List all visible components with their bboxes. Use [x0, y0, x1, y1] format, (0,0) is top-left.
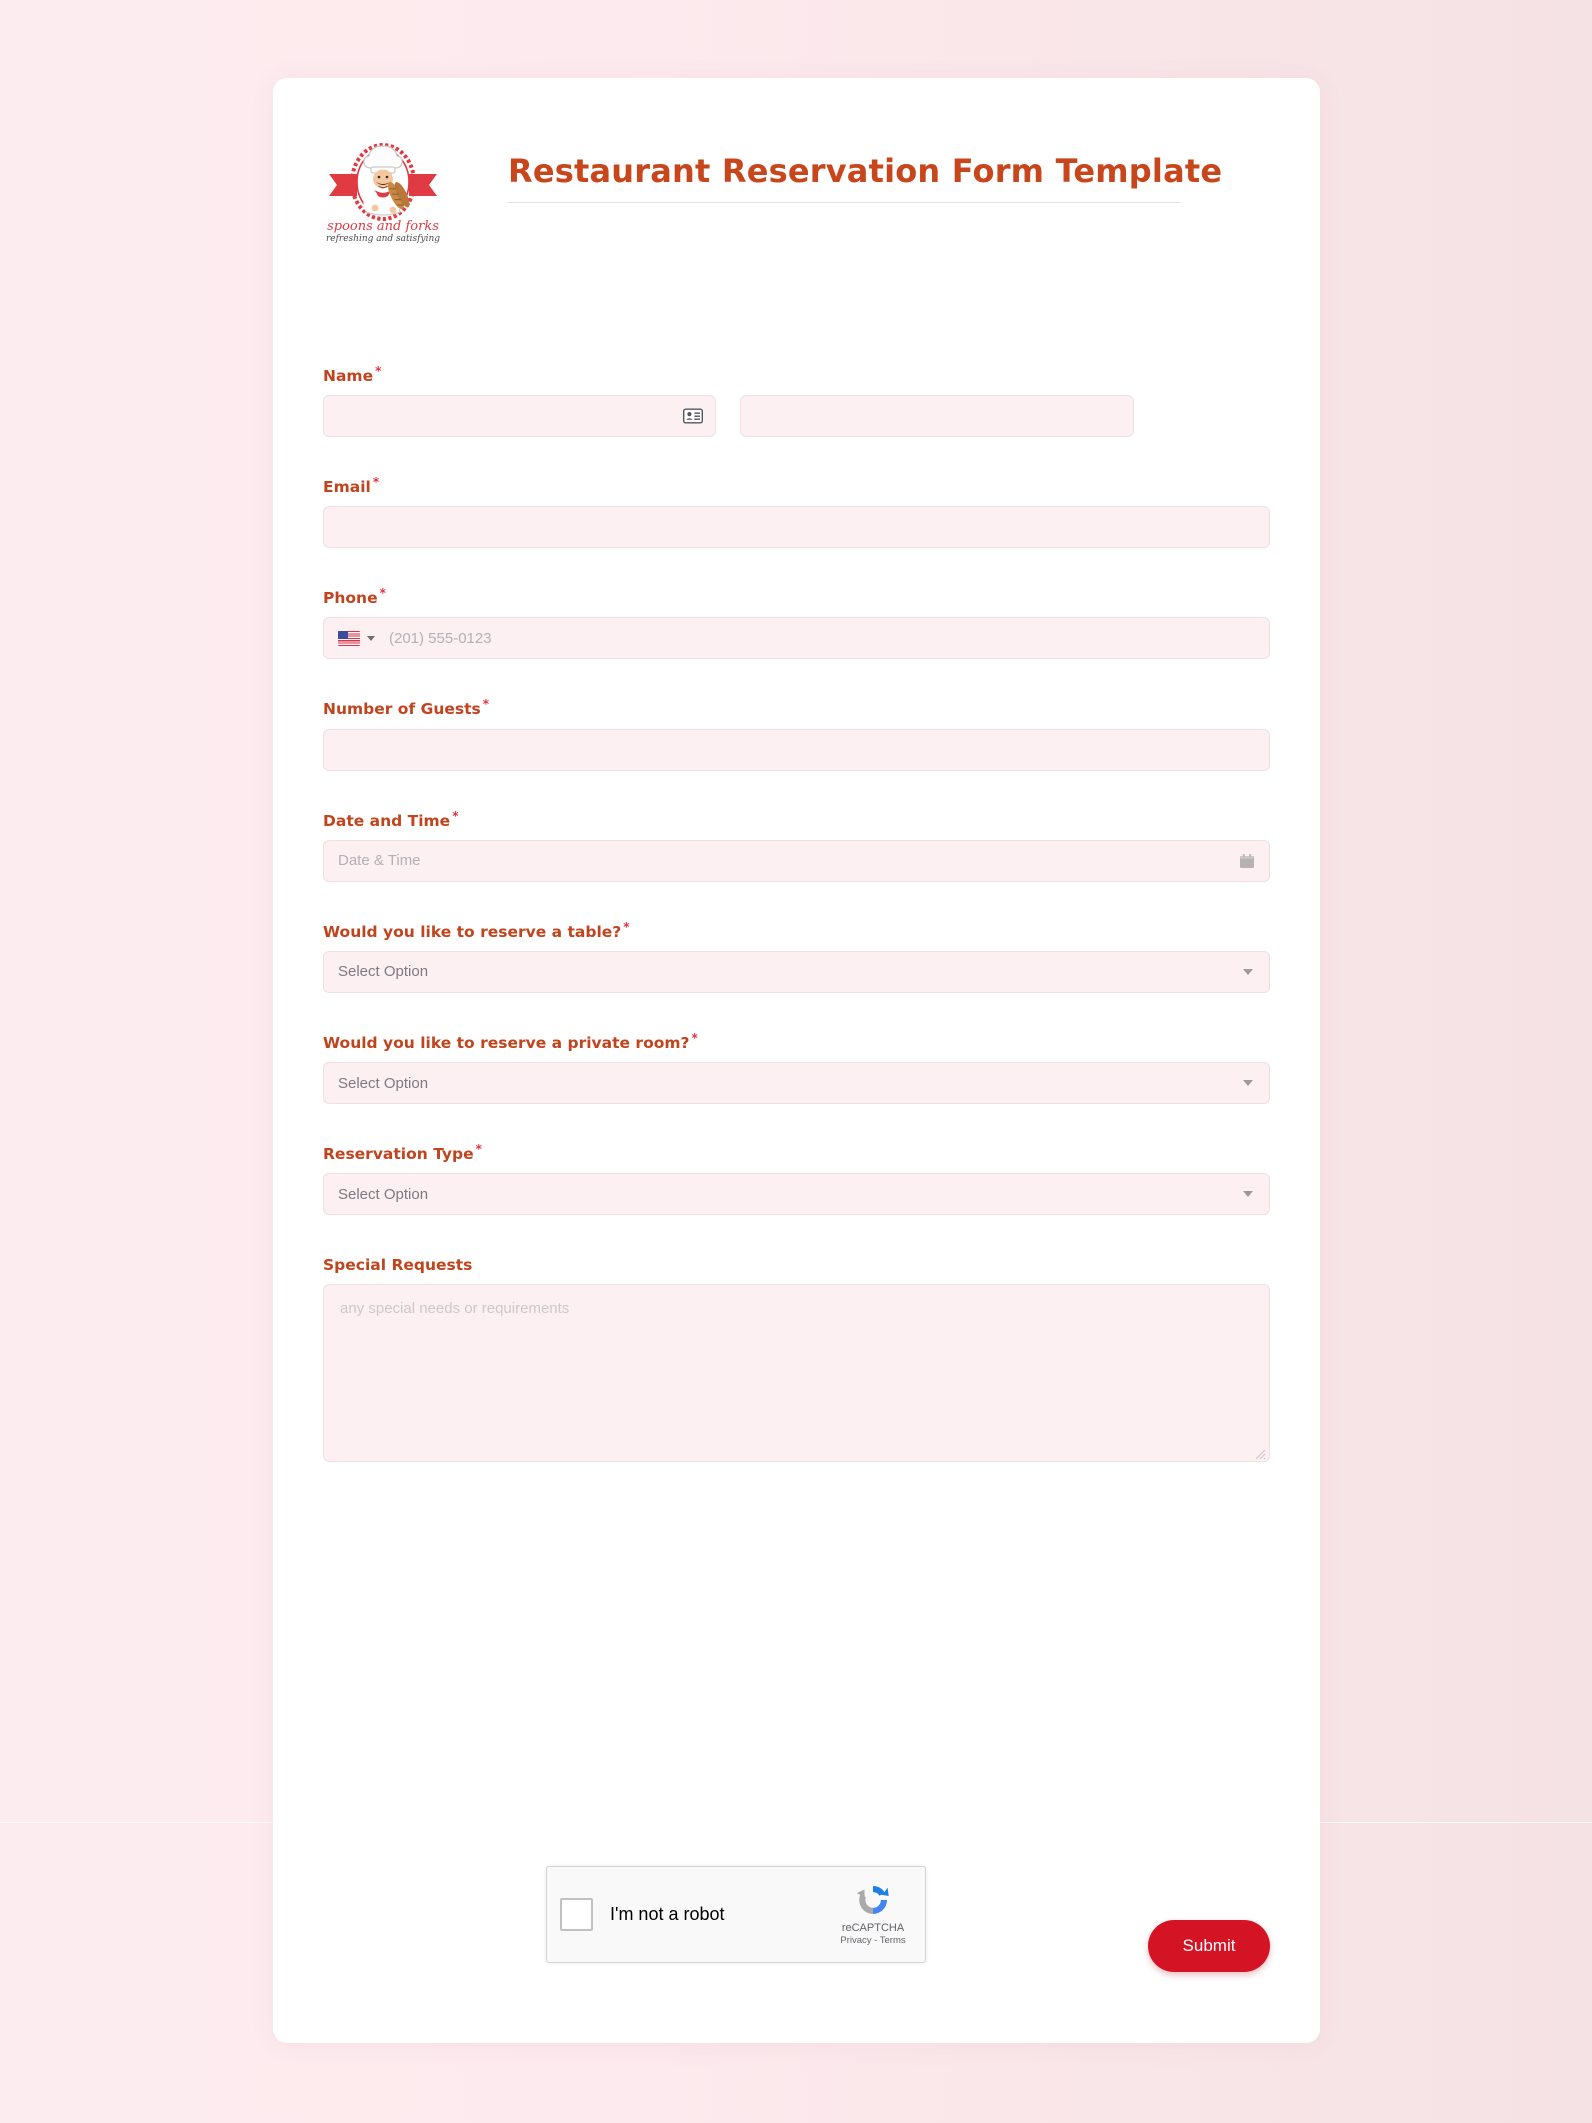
last-name-wrapper [740, 395, 1134, 438]
submit-button[interactable]: Submit [1148, 1920, 1270, 1972]
special-requests-textarea[interactable]: any special needs or requirements [323, 1284, 1270, 1463]
required-asterisk: * [623, 919, 630, 934]
chevron-down-icon [1243, 968, 1253, 975]
label-datetime: Date and Time * [323, 809, 458, 830]
required-asterisk: * [452, 808, 459, 823]
field-email: Email * [323, 475, 1270, 549]
calendar-icon[interactable] [1239, 853, 1255, 869]
datetime-input[interactable]: Date & Time [323, 839, 1270, 882]
required-asterisk: * [372, 475, 380, 490]
email-input[interactable] [323, 506, 1270, 549]
guests-input[interactable] [323, 728, 1270, 771]
label-reserve-private-room-text: Would you like to reserve a private room… [323, 1034, 690, 1053]
logo-brand-text: spoons and forks [327, 219, 439, 234]
field-reservation-type: Reservation Type * Select Option [323, 1142, 1270, 1216]
label-name-text: Name [323, 367, 374, 386]
restaurant-logo: spoons and forks refreshing and satisfyi… [323, 134, 443, 244]
recaptcha-branding: reCAPTCHA Privacy - Terms [834, 1879, 912, 1946]
recaptcha-label: I'm not a robot [610, 1904, 725, 1924]
label-special-requests-text: Special Requests [323, 1256, 473, 1275]
label-guests: Number of Guests * [323, 697, 489, 718]
last-name-input[interactable] [740, 395, 1134, 438]
special-requests-placeholder: any special needs or requirements [340, 1300, 570, 1318]
label-datetime-text: Date and Time [323, 811, 451, 830]
recaptcha-terms-link[interactable]: Privacy - Terms [834, 1935, 912, 1946]
form-body: Name * Email * Phone * (201) 555-0123 Nu… [323, 364, 1270, 1500]
field-phone: Phone * (201) 555-0123 [323, 586, 1270, 660]
title-container: Restaurant Reservation Form Template [508, 128, 1223, 203]
label-special-requests: Special Requests [323, 1253, 474, 1274]
label-reserve-private-room: Would you like to reserve a private room… [323, 1031, 698, 1052]
datetime-placeholder: Date & Time [338, 852, 421, 870]
reserve-table-select[interactable]: Select Option [323, 950, 1270, 993]
recaptcha-logo-icon [856, 1886, 889, 1914]
form-card: spoons and forks refreshing and satisfyi… [273, 78, 1320, 2043]
required-asterisk: * [475, 1142, 482, 1157]
reservation-type-selected-value: Select Option [338, 1185, 429, 1203]
us-flag-icon [338, 630, 360, 646]
field-datetime: Date and Time * Date & Time [323, 809, 1270, 882]
phone-placeholder: (201) 555-0123 [389, 629, 492, 647]
label-guests-text: Number of Guests [323, 700, 481, 719]
resize-handle[interactable] [1255, 1447, 1266, 1460]
label-reservation-type: Reservation Type * [323, 1142, 482, 1163]
chevron-down-icon [367, 635, 375, 641]
name-inputs-row [323, 395, 1270, 438]
chevron-down-icon [1243, 1080, 1253, 1087]
form-header: spoons and forks refreshing and satisfyi… [273, 78, 1320, 244]
label-reserve-table-text: Would you like to reserve a table? [323, 922, 622, 941]
first-name-wrapper [323, 395, 716, 438]
reserve-private-room-selected-value: Select Option [338, 1074, 429, 1092]
label-email-text: Email [323, 478, 371, 497]
phone-input[interactable]: (201) 555-0123 [323, 617, 1270, 660]
field-name: Name * [323, 364, 1270, 438]
page-title: Restaurant Reservation Form Template [508, 152, 1223, 190]
recaptcha-widget[interactable]: I'm not a robot reCAPTCHA Privacy - Term… [546, 1866, 926, 1963]
logo-tagline-text: refreshing and satisfying [326, 234, 440, 244]
required-asterisk: * [375, 364, 382, 378]
chevron-down-icon [1243, 1191, 1253, 1198]
label-phone: Phone * [323, 586, 386, 607]
label-phone-text: Phone [323, 589, 378, 608]
captcha-container: I'm not a robot reCAPTCHA Privacy - Term… [546, 1866, 1046, 1963]
field-reserve-private-room: Would you like to reserve a private room… [323, 1031, 1270, 1105]
label-email: Email * [323, 475, 379, 496]
reserve-table-selected-value: Select Option [338, 963, 429, 981]
label-reservation-type-text: Reservation Type [323, 1145, 474, 1164]
country-selector[interactable] [338, 630, 375, 646]
recaptcha-checkbox[interactable] [560, 1898, 593, 1931]
field-special-requests: Special Requests any special needs or re… [323, 1253, 1270, 1463]
title-divider [508, 202, 1180, 203]
label-name: Name * [323, 364, 381, 385]
reservation-type-select[interactable]: Select Option [323, 1173, 1270, 1216]
field-guests: Number of Guests * [323, 697, 1270, 771]
reserve-private-room-select[interactable]: Select Option [323, 1062, 1270, 1105]
first-name-input[interactable] [323, 395, 716, 438]
required-asterisk: * [691, 1030, 698, 1045]
field-reserve-table: Would you like to reserve a table? * Sele… [323, 920, 1270, 993]
label-reserve-table: Would you like to reserve a table? * [323, 920, 630, 941]
recaptcha-brand-text: reCAPTCHA [841, 1922, 905, 1934]
contact-card-icon[interactable] [682, 408, 704, 424]
required-asterisk: * [482, 697, 490, 712]
required-asterisk: * [379, 586, 386, 601]
